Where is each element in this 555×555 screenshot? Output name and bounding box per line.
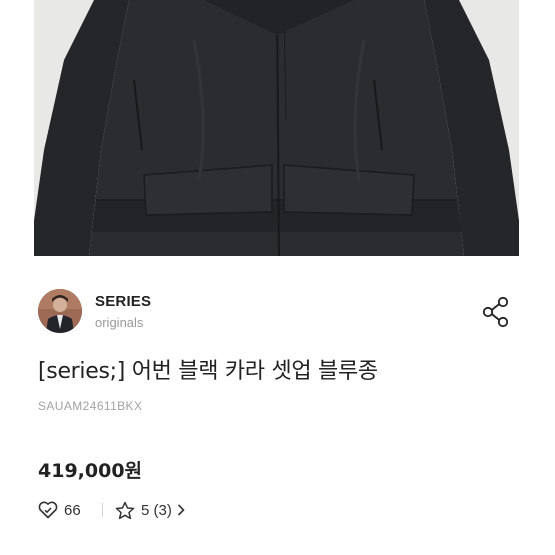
star-icon <box>115 501 135 519</box>
like-button[interactable]: 66 <box>38 498 81 522</box>
share-icon <box>482 296 509 328</box>
like-count: 66 <box>64 501 81 519</box>
product-sku: SAUAM24611BKX <box>38 399 143 413</box>
avatar-icon <box>38 289 82 333</box>
chevron-right-icon <box>177 504 185 516</box>
product-title: [series;] 어번 블랙 카라 셋업 블루종 <box>38 359 378 384</box>
seller-info[interactable]: SERIES originals <box>38 289 518 335</box>
seller-name[interactable]: SERIES <box>95 293 151 310</box>
heart-icon <box>38 501 58 519</box>
jacket-photo <box>34 0 519 256</box>
seller-avatar[interactable] <box>38 289 82 333</box>
product-image[interactable] <box>0 0 555 258</box>
stats-divider <box>102 503 103 517</box>
share-button[interactable] <box>481 296 511 328</box>
rating-button[interactable]: 5 (3) <box>115 498 186 522</box>
product-price: 419,000원 <box>38 460 143 482</box>
seller-subtitle: originals <box>95 315 144 330</box>
product-stats: 66 5 (3) <box>38 498 338 522</box>
rating-value: 5 (3) <box>141 501 172 519</box>
